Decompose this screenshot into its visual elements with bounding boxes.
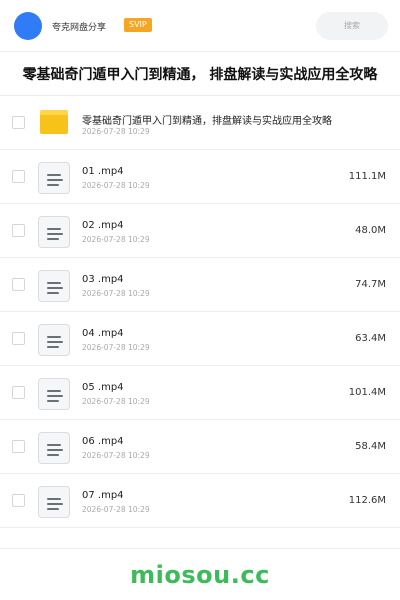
document-icon (38, 378, 70, 410)
folder-date: 2026-07-28 10:29 (82, 127, 150, 136)
file-size: 111.1M (348, 171, 386, 182)
search-input[interactable]: 搜索 (316, 12, 388, 40)
row-checkbox[interactable] (12, 116, 25, 129)
file-list: 零基础奇门遁甲入门到精通，排盘解读与实战应用全攻略 2026-07-28 10:… (0, 96, 400, 528)
document-icon (38, 486, 70, 518)
document-icon (38, 432, 70, 464)
file-date: 2026-07-28 10:29 (82, 505, 150, 514)
watermark-logo: miosou.cc (130, 560, 270, 589)
document-icon (38, 162, 70, 194)
app-header: 夸克网盘分享 SVIP 搜索 (0, 0, 400, 52)
footer: miosou.cc (0, 548, 400, 600)
file-date: 2026-07-28 10:29 (82, 181, 150, 190)
row-checkbox[interactable] (12, 224, 25, 237)
page-title: 零基础奇门遁甲入门到精通， 排盘解读与实战应用全攻略 (22, 66, 378, 83)
file-date: 2026-07-28 10:29 (82, 289, 150, 298)
file-size: 63.4M (355, 333, 386, 344)
file-size: 101.4M (348, 387, 386, 398)
svip-badge[interactable]: SVIP (124, 18, 152, 32)
row-checkbox[interactable] (12, 386, 25, 399)
file-row[interactable]: 02 .mp4 2026-07-28 10:29 48.0M (0, 204, 400, 258)
file-row[interactable]: 05 .mp4 2026-07-28 10:29 101.4M (0, 366, 400, 420)
file-date: 2026-07-28 10:29 (82, 451, 150, 460)
file-name[interactable]: 01 .mp4 (82, 166, 124, 177)
file-name[interactable]: 04 .mp4 (82, 328, 124, 339)
folder-row[interactable]: 零基础奇门遁甲入门到精通，排盘解读与实战应用全攻略 2026-07-28 10:… (0, 96, 400, 150)
row-checkbox[interactable] (12, 170, 25, 183)
document-icon (38, 270, 70, 302)
row-checkbox[interactable] (12, 440, 25, 453)
row-checkbox[interactable] (12, 332, 25, 345)
file-name[interactable]: 06 .mp4 (82, 436, 124, 447)
document-icon (38, 216, 70, 248)
brand-name: 夸克网盘分享 (52, 23, 107, 33)
file-row[interactable]: 01 .mp4 2026-07-28 10:29 111.1M (0, 150, 400, 204)
file-date: 2026-07-28 10:29 (82, 343, 150, 352)
document-icon (38, 324, 70, 356)
title-bar: 零基础奇门遁甲入门到精通， 排盘解读与实战应用全攻略 (0, 52, 400, 96)
file-size: 74.7M (355, 279, 386, 290)
file-name[interactable]: 07 .mp4 (82, 490, 124, 501)
file-row[interactable]: 06 .mp4 2026-07-28 10:29 58.4M (0, 420, 400, 474)
file-size: 112.6M (348, 495, 386, 506)
file-size: 58.4M (355, 441, 386, 452)
file-size: 48.0M (355, 225, 386, 236)
folder-icon (38, 108, 70, 140)
avatar[interactable] (14, 12, 42, 40)
file-row[interactable]: 03 .mp4 2026-07-28 10:29 74.7M (0, 258, 400, 312)
file-name[interactable]: 02 .mp4 (82, 220, 124, 231)
file-row[interactable]: 04 .mp4 2026-07-28 10:29 63.4M (0, 312, 400, 366)
folder-name[interactable]: 零基础奇门遁甲入门到精通，排盘解读与实战应用全攻略 (82, 112, 332, 127)
file-name[interactable]: 03 .mp4 (82, 274, 124, 285)
file-row[interactable]: 07 .mp4 2026-07-28 10:29 112.6M (0, 474, 400, 528)
file-date: 2026-07-28 10:29 (82, 397, 150, 406)
file-date: 2026-07-28 10:29 (82, 235, 150, 244)
file-name[interactable]: 05 .mp4 (82, 382, 124, 393)
row-checkbox[interactable] (12, 494, 25, 507)
row-checkbox[interactable] (12, 278, 25, 291)
